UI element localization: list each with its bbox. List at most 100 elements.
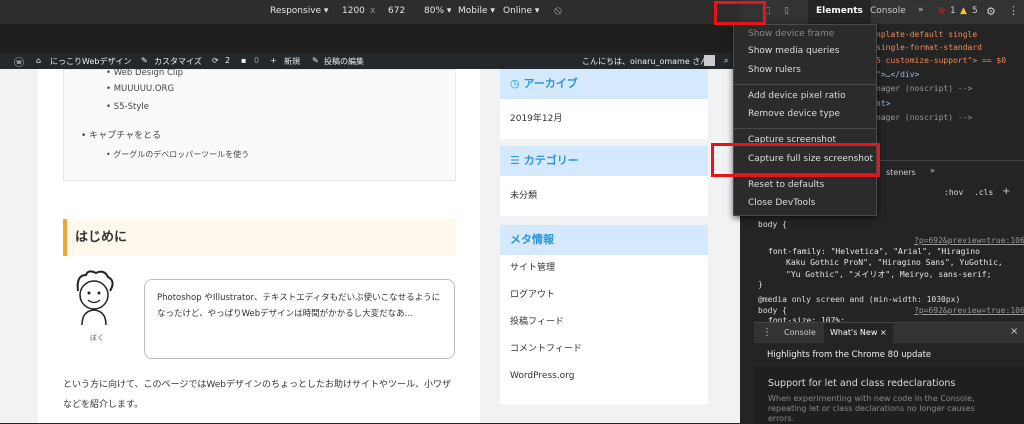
news-title[interactable]: Support for let and class redeclarations bbox=[768, 378, 955, 389]
close-drawer-icon[interactable]: × bbox=[1010, 326, 1018, 337]
css-line: "Yu Gothic", "メイリオ", Meiryo, sans-serif; bbox=[786, 270, 992, 279]
sidebar-link[interactable]: 投稿フィード bbox=[500, 309, 708, 336]
rotate-icon[interactable]: ⦸ bbox=[554, 3, 562, 18]
tab-elements[interactable]: Elements bbox=[808, 0, 871, 24]
news-card: Support for let and class redeclarations… bbox=[754, 367, 1024, 424]
archive-widget: ◷ アーカイブ 2019年12月 bbox=[500, 69, 708, 139]
home-icon[interactable]: ⌂ bbox=[36, 56, 41, 65]
meta-widget: メタ情報 サイト管理 ログアウト 投稿フィード コメントフィード WordPre… bbox=[500, 225, 708, 405]
device-select[interactable]: Responsive ▾ bbox=[270, 6, 328, 16]
toc-item[interactable]: • グーグルのデベロッパーツールを使う bbox=[106, 149, 249, 160]
css-line: body { bbox=[758, 220, 787, 229]
add-rule-icon[interactable]: + bbox=[1002, 186, 1010, 197]
sidebar-link[interactable]: WordPress.org bbox=[500, 363, 708, 390]
search-icon[interactable]: ⌕ bbox=[724, 56, 728, 66]
sidebar-link[interactable]: 未分類 bbox=[500, 176, 708, 216]
toc-item[interactable]: • S5-Style bbox=[106, 102, 149, 112]
menu-item-remove-device-type[interactable]: Remove device type bbox=[748, 109, 840, 119]
error-count[interactable]: 1 bbox=[950, 6, 956, 16]
height-input[interactable]: 672 bbox=[388, 6, 405, 16]
tab-console[interactable]: Console bbox=[870, 6, 906, 16]
sidebar-link[interactable]: ログアウト bbox=[500, 282, 708, 309]
network-select[interactable]: Online ▾ bbox=[503, 6, 539, 16]
css-line: font-family: "Helvetica", "Arial", "Hira… bbox=[768, 247, 980, 256]
zoom-select[interactable]: 80% ▾ bbox=[424, 6, 451, 16]
close-icon[interactable]: × bbox=[880, 328, 887, 337]
comments-count[interactable]: 0 bbox=[254, 56, 259, 65]
cls-toggle[interactable]: .cls bbox=[974, 188, 993, 197]
toc-item[interactable]: • MUUUUU.ORG bbox=[106, 84, 174, 94]
viewport-gap bbox=[0, 24, 740, 53]
category-widget-header: ☰ カテゴリー bbox=[500, 146, 708, 176]
menu-item-show-media-queries[interactable]: Show media queries bbox=[748, 46, 839, 56]
width-input[interactable]: 1200 bbox=[342, 6, 365, 16]
new-link[interactable]: 新規 bbox=[284, 56, 300, 67]
comments-icon[interactable]: ▪ bbox=[241, 56, 246, 65]
drawer: ⋮ Console What's New × × Highlights from… bbox=[754, 322, 1024, 424]
table-of-contents: • Web Design Clip • MUUUUU.ORG • S5-Styl… bbox=[63, 69, 456, 181]
menu-item-show-rulers[interactable]: Show rulers bbox=[748, 65, 801, 75]
drawer-menu-icon[interactable]: ⋮ bbox=[762, 327, 772, 338]
code-line: nplate-default single bbox=[876, 30, 978, 39]
menu-item-close-devtools[interactable]: Close DevTools bbox=[748, 198, 815, 208]
warning-icon[interactable]: ▲ bbox=[960, 6, 967, 16]
css-line: body { bbox=[758, 306, 787, 315]
drawer-tab-whats-new[interactable]: What's New × bbox=[824, 323, 893, 343]
menu-separator bbox=[734, 128, 876, 129]
highlight-box bbox=[714, 1, 766, 25]
site-viewport: • Web Design Clip • MUUUUU.ORG • S5-Styl… bbox=[0, 69, 740, 423]
code-line: single-format-standard bbox=[876, 43, 982, 52]
wp-admin-bar: ⓦ ⌂ にっこりWebデザイン ✎ カスタマイズ ⟳ 2 ▪ 0 + 新規 ✎ … bbox=[0, 53, 740, 69]
warning-count[interactable]: 5 bbox=[972, 6, 978, 16]
menu-item-add-device-pixel-ratio[interactable]: Add device pixel ratio bbox=[748, 91, 846, 101]
updates-count[interactable]: 2 bbox=[225, 56, 230, 65]
css-source-link[interactable]: ?p=692&preview=true:106 bbox=[914, 236, 1024, 245]
device-toolbar: Responsive ▾ 1200 x 672 80% ▾ Mobile ▾ O… bbox=[0, 0, 748, 24]
settings-icon[interactable]: ⚙ bbox=[986, 5, 996, 18]
avatar-illustration bbox=[76, 270, 114, 326]
sidebar-link[interactable]: コメントフィード bbox=[500, 336, 708, 363]
customize-link[interactable]: カスタマイズ bbox=[154, 56, 202, 67]
css-line: Kaku Gothic ProN", "Hiragino Sans", YuGo… bbox=[786, 258, 1003, 267]
drawer-tabbar: ⋮ Console What's New × × bbox=[754, 323, 1024, 343]
toc-item[interactable]: • Web Design Clip bbox=[106, 69, 183, 78]
speech-balloon: Photoshop やIllustrator、テキストエディタもだいぶ使いこなせ… bbox=[144, 279, 455, 359]
mode-select[interactable]: Mobile ▾ bbox=[458, 6, 495, 16]
drawer-tab-console[interactable]: Console bbox=[784, 328, 816, 337]
toc-item[interactable]: • キャプチャをとる bbox=[81, 128, 161, 141]
body-paragraph: という方に向けて、このページではWebデザインのちょっとしたお助けサイトやツール… bbox=[63, 380, 451, 410]
brush-icon[interactable]: ✎ bbox=[141, 56, 148, 65]
avatar-caption: ぼく bbox=[90, 334, 104, 342]
tab-event-listeners[interactable]: steners bbox=[886, 168, 916, 177]
greeting-link[interactable]: こんにちは、oinaru_omame さん bbox=[582, 56, 708, 67]
sidebar-link[interactable]: サイト管理 bbox=[500, 255, 708, 282]
sidebar-link[interactable]: 2019年12月 bbox=[500, 99, 708, 139]
category-widget: ☰ カテゴリー 未分類 bbox=[500, 146, 708, 216]
css-line: } bbox=[758, 280, 763, 289]
menu-item-show-device-frame[interactable]: Show device frame bbox=[748, 29, 834, 39]
devtools-tabbar: ⬚ ▯ Elements Console » ⊗ 1 ▲ 5 ⚙ ⋮ bbox=[740, 0, 1024, 24]
edit-post-link[interactable]: 投稿の編集 bbox=[324, 56, 364, 67]
more-tabs-icon[interactable]: » bbox=[918, 5, 924, 15]
clock-icon: ◷ bbox=[510, 77, 520, 90]
code-line: ">…</div> bbox=[876, 70, 920, 79]
updates-icon[interactable]: ⟳ bbox=[212, 56, 219, 65]
avatar[interactable] bbox=[704, 55, 715, 66]
hov-toggle[interactable]: :hov bbox=[944, 188, 963, 197]
highlight-box bbox=[711, 143, 880, 177]
article-column: • Web Design Clip • MUUUUU.ORG • S5-Styl… bbox=[38, 69, 480, 423]
css-source-link[interactable]: ?p=692&preview=true:106 bbox=[914, 306, 1024, 315]
error-icon[interactable]: ⊗ bbox=[938, 6, 946, 16]
device-toggle-icon[interactable]: ▯ bbox=[784, 6, 789, 16]
menu-item-reset-to-defaults[interactable]: Reset to defaults bbox=[748, 180, 824, 190]
wordpress-icon[interactable]: ⓦ bbox=[14, 54, 24, 69]
pencil-icon[interactable]: ✎ bbox=[312, 56, 319, 65]
devtools-menu-icon[interactable]: ⋮ bbox=[1008, 4, 1019, 17]
plus-icon[interactable]: + bbox=[270, 56, 277, 65]
site-name-link[interactable]: にっこりWebデザイン bbox=[50, 56, 131, 67]
css-line: @media only screen and (min-width: 1030p… bbox=[758, 295, 961, 304]
more-panes-icon[interactable]: » bbox=[930, 166, 935, 175]
code-line: 5 customize-support"> == $0 bbox=[876, 56, 1007, 65]
list-icon: ☰ bbox=[510, 154, 520, 167]
code-line: nt> bbox=[876, 99, 891, 108]
